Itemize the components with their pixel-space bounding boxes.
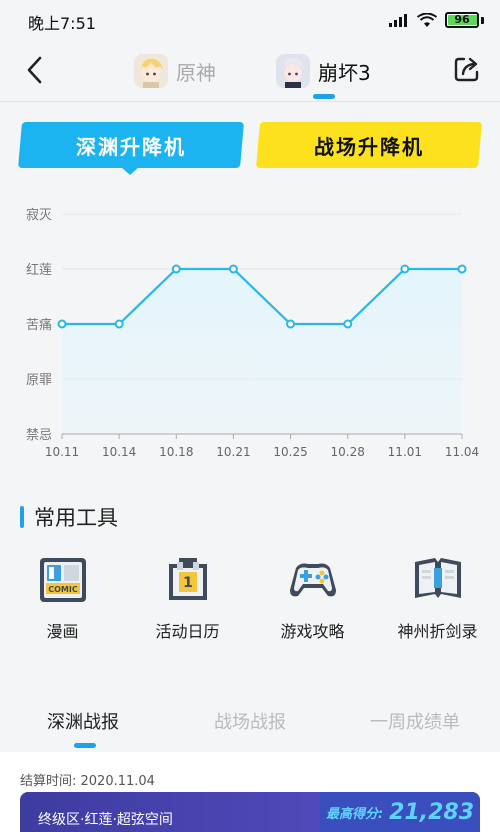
x-tick-label: 11.01 (388, 445, 422, 459)
tools-title: 常用工具 (34, 506, 118, 530)
data-point (114, 319, 124, 329)
report-panel: 结算时间: 2020.11.04 终级区·红莲·超弦空间 最高得分: 21,28… (0, 752, 500, 832)
status-icons: 96 (389, 12, 484, 28)
chart-area (62, 269, 462, 434)
battlefield-elevator-label: 战场升降机 (314, 134, 424, 159)
x-tick-label: 10.25 (273, 445, 307, 459)
tab-genshin[interactable]: 原神 (134, 54, 216, 88)
data-point (286, 319, 296, 329)
calendar-icon: 1 (168, 558, 207, 600)
abyss-elevator-label: 深渊升降机 (76, 134, 186, 159)
y-tick-label: 禁忌 (26, 428, 52, 443)
status-bar: 晚上7:51 96 (0, 0, 500, 40)
signal-icon (389, 14, 407, 27)
book-icon (414, 558, 461, 598)
mode-selected-pointer (120, 166, 140, 175)
tools-section-title: 常用工具 (20, 502, 118, 532)
game-tab-indicator (313, 94, 335, 99)
data-point (400, 264, 410, 274)
report-tab-indicator (74, 743, 96, 748)
data-point (171, 264, 181, 274)
nav-bar: 原神 崩坏3 (0, 40, 500, 102)
score-card[interactable]: 终级区·红莲·超弦空间 最高得分: 21,283 (20, 792, 480, 832)
rank-chart: 禁忌 原罪 苦痛 红莲 寂灭 10.11 10.14 10.18 10.21 10.25 10.28… (0, 190, 500, 470)
wifi-icon (417, 12, 437, 27)
tool-comic-label: 漫画 (46, 622, 79, 641)
tools-grid: COMIC 漫画 1 活动日历 游戏攻略 神州折剑录 (0, 552, 500, 652)
share-button[interactable] (452, 54, 482, 84)
battery-level: 96 (454, 13, 470, 26)
data-point (57, 319, 67, 329)
tab-honkai3-label: 崩坏3 (318, 60, 371, 85)
tool-guide-label: 游戏攻略 (280, 622, 345, 641)
back-button[interactable] (18, 52, 50, 88)
data-point (343, 319, 353, 329)
honkai3-avatar (276, 54, 310, 88)
section-accent-bar (20, 506, 24, 528)
y-tick-label: 寂灭 (26, 207, 52, 223)
tab-genshin-label: 原神 (176, 60, 216, 85)
y-tick-label: 苦痛 (26, 317, 52, 333)
abyss-elevator-button[interactable]: 深渊升降机 (17, 122, 245, 168)
x-tick-label: 10.18 (159, 445, 193, 459)
tool-calendar-label: 活动日历 (155, 622, 220, 641)
tab-honkai3[interactable]: 崩坏3 (276, 54, 371, 88)
rank-chart-svg: 禁忌 原罪 苦痛 红莲 寂灭 10.11 10.14 10.18 10.21 10.25 10.28… (26, 207, 479, 459)
tab-abyss-report[interactable]: 深渊战报 (47, 708, 119, 734)
gamepad-icon (289, 563, 336, 597)
tool-calendar[interactable]: 1 活动日历 (125, 552, 250, 652)
data-point (228, 264, 238, 274)
tool-comic[interactable]: COMIC 漫画 (0, 552, 125, 652)
tool-guide[interactable]: 游戏攻略 (250, 552, 375, 652)
svg-text:1: 1 (183, 575, 193, 591)
score-highlight: 最高得分: 21,283 (320, 792, 480, 832)
tool-shenzhou-label: 神州折剑录 (397, 622, 478, 641)
x-tick-label: 10.14 (102, 445, 136, 459)
svg-text:COMIC: COMIC (48, 585, 78, 594)
score-label: 最高得分: (325, 806, 384, 822)
genshin-avatar (134, 54, 168, 88)
battery-icon: 96 (445, 12, 479, 28)
x-tick-label: 10.21 (216, 445, 250, 459)
x-tick-label: 11.04 (445, 445, 479, 459)
tab-battlefield-report[interactable]: 战场战报 (214, 708, 286, 734)
tab-weekly-report[interactable]: 一周成绩单 (370, 708, 460, 734)
tool-shenzhou[interactable]: 神州折剑录 (375, 552, 500, 652)
comic-icon: COMIC (39, 558, 86, 602)
battlefield-elevator-button[interactable]: 战场升降机 (255, 122, 483, 168)
x-tick-label: 10.28 (331, 445, 365, 459)
data-point (457, 264, 467, 274)
report-tabs: 深渊战报 战场战报 一周成绩单 (0, 700, 500, 752)
share-icon (454, 57, 479, 82)
status-time: 晚上7:51 (28, 14, 96, 33)
y-tick-label: 原罪 (26, 373, 52, 388)
score-zone: 终级区·红莲·超弦空间 (38, 812, 173, 828)
settle-time: 结算时间: 2020.11.04 (20, 774, 155, 789)
score-value: 21,283 (389, 799, 475, 825)
x-tick-label: 10.11 (45, 445, 79, 459)
y-tick-label: 红莲 (26, 262, 52, 278)
chevron-left-icon (27, 56, 42, 84)
